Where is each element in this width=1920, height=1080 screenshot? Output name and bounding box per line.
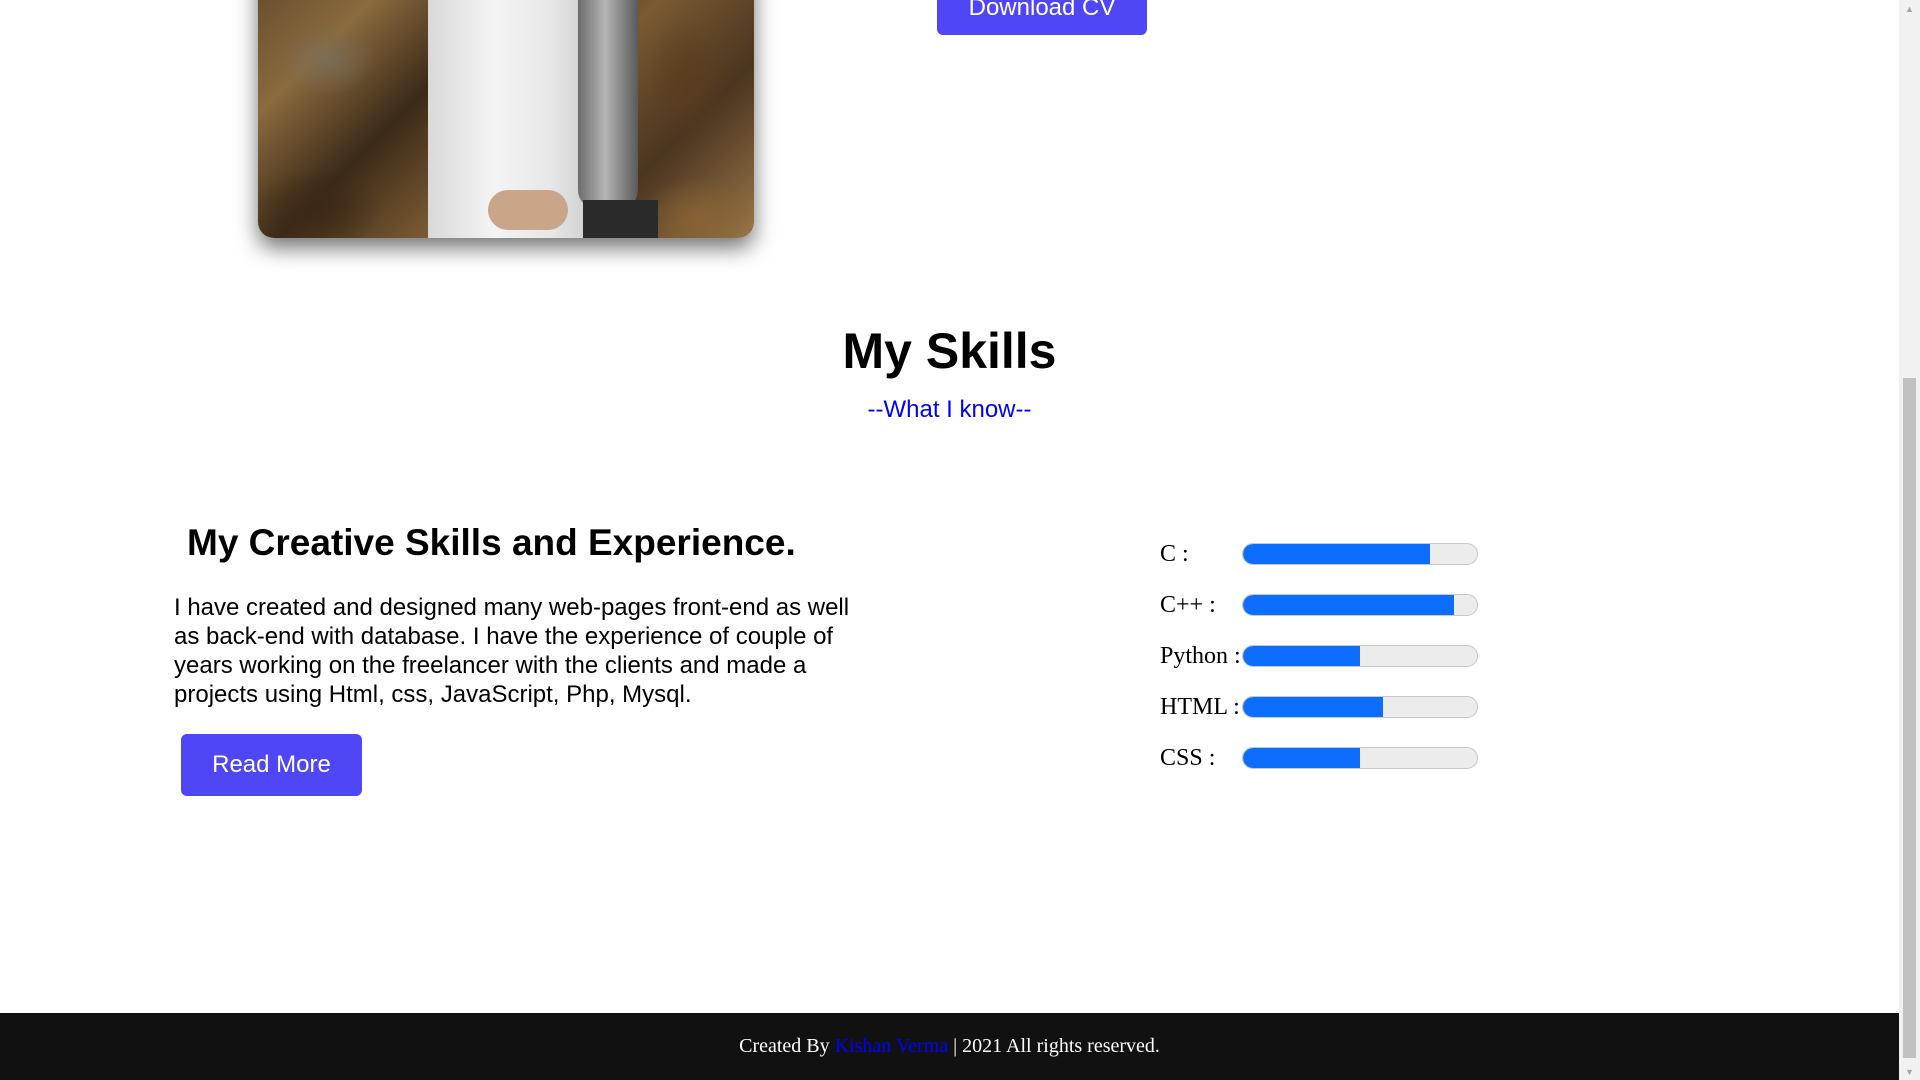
skill-progress-fill <box>1243 697 1384 717</box>
skill-row: C : <box>1160 540 1480 568</box>
footer: Created By Kishan Verma | 2021 All right… <box>0 1013 1899 1080</box>
about-heading: My Creative Skills and Experience. <box>187 522 796 563</box>
photo-pants <box>583 200 658 238</box>
skill-label: Python : <box>1160 643 1241 669</box>
scroll-thumb[interactable] <box>1903 378 1916 1058</box>
skill-progress-fill <box>1243 595 1454 615</box>
download-cv-button[interactable]: Download CV <box>937 0 1147 35</box>
skill-label: C : <box>1160 541 1189 567</box>
photo-hands <box>488 190 568 230</box>
skill-row: CSS : <box>1160 744 1480 772</box>
page-viewport: Download CV My Skills --What I know-- My… <box>0 0 1899 1080</box>
scroll-up-arrow-icon[interactable]: ▲ <box>1899 0 1920 17</box>
skill-label: C++ : <box>1160 592 1216 618</box>
skill-row: Python : <box>1160 642 1480 670</box>
skill-progress-fill <box>1243 646 1360 666</box>
skill-progress-fill <box>1243 544 1431 564</box>
skill-label: CSS : <box>1160 745 1216 771</box>
skill-label: HTML : <box>1160 694 1240 720</box>
skills-section-subtitle: --What I know-- <box>867 396 1032 423</box>
skills-section-title: My Skills <box>842 323 1057 379</box>
photo-sleeve <box>578 0 638 210</box>
skill-progress-bar <box>1242 594 1478 616</box>
skill-progress-bar <box>1242 696 1478 718</box>
skill-progress-fill <box>1243 748 1360 768</box>
profile-photo <box>258 0 754 238</box>
skill-row: C++ : <box>1160 591 1480 619</box>
footer-copyright: | 2021 All rights reserved. <box>953 1035 1160 1057</box>
footer-prefix: Created By <box>739 1035 830 1057</box>
skill-row: HTML : <box>1160 693 1480 721</box>
skill-progress-bar <box>1242 645 1478 667</box>
author-link[interactable]: Kishan Verma <box>835 1035 949 1058</box>
vertical-scrollbar[interactable]: ▲ ▼ <box>1899 0 1920 1080</box>
read-more-button[interactable]: Read More <box>181 734 362 796</box>
scroll-down-arrow-icon[interactable]: ▼ <box>1899 1063 1920 1080</box>
skill-progress-bar <box>1242 543 1478 565</box>
about-paragraph: I have created and designed many web-pag… <box>174 594 850 708</box>
skill-progress-bar <box>1242 747 1478 769</box>
